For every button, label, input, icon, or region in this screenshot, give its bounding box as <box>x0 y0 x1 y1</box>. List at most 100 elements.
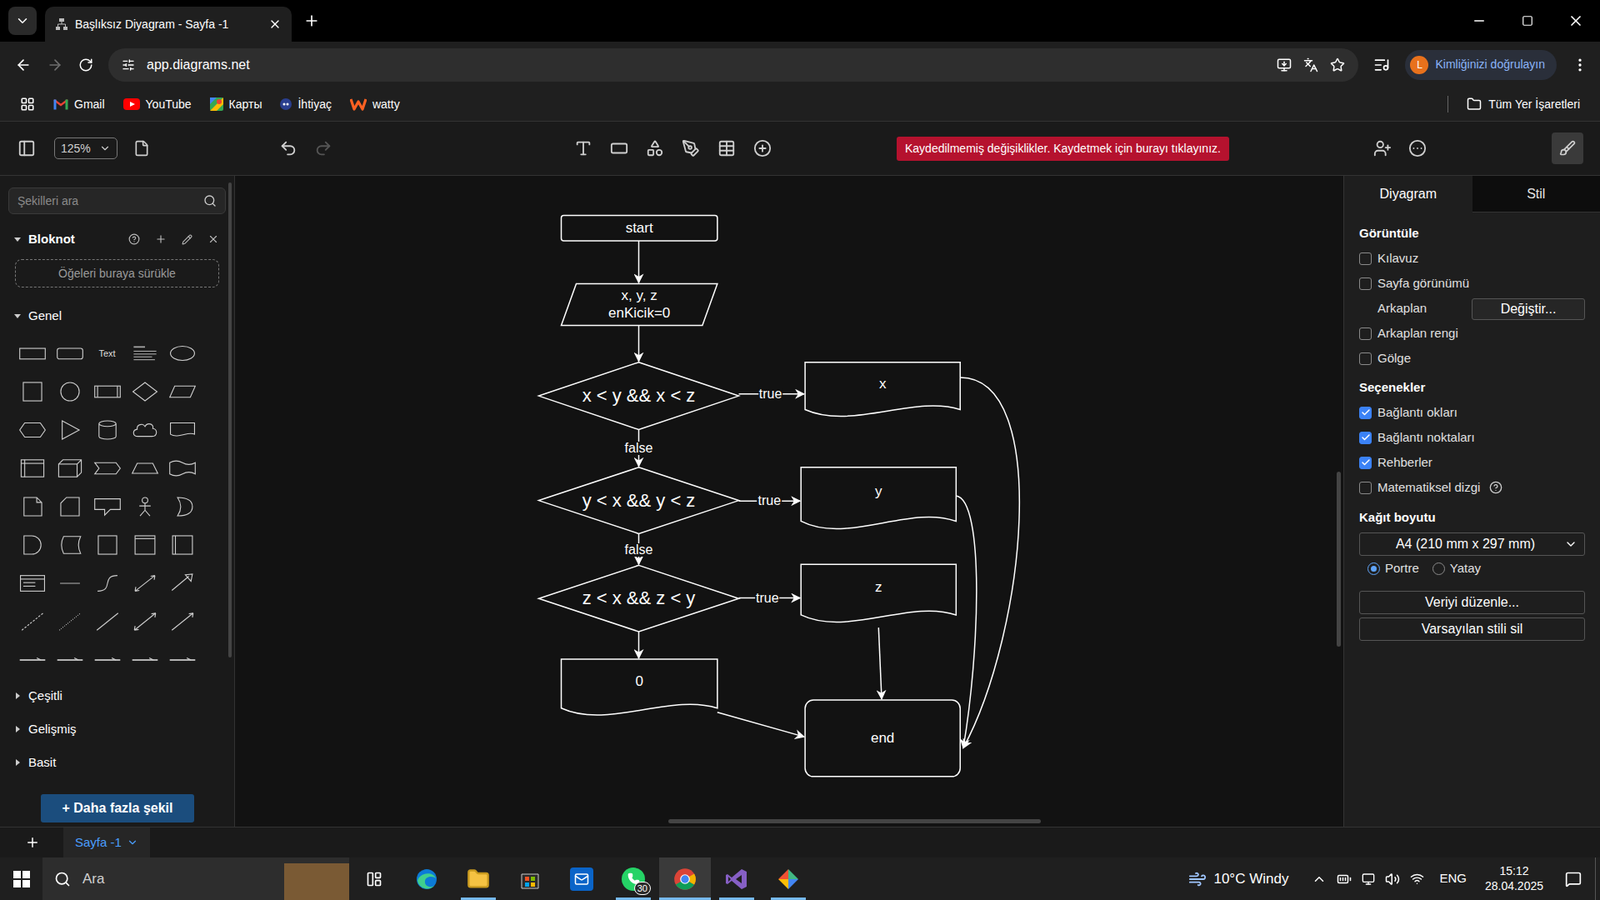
node-label[interactable]: z < x && z < y <box>539 565 740 632</box>
tab-search-button[interactable] <box>8 6 37 35</box>
all-bookmarks[interactable]: Tüm Yer İşaretleri <box>1466 95 1580 114</box>
terminal-shape[interactable] <box>561 215 718 241</box>
share-icon[interactable] <box>1373 139 1392 158</box>
shape-thumbnail[interactable] <box>13 487 51 526</box>
checkbox[interactable] <box>1359 252 1372 265</box>
node-label[interactable]: x <box>805 362 960 405</box>
taskbar-app[interactable]: 30 <box>607 857 660 900</box>
connector-edge[interactable] <box>638 240 640 283</box>
taskbar-app[interactable] <box>452 857 505 900</box>
shape-thumbnail[interactable] <box>125 525 164 565</box>
input-shape[interactable] <box>561 283 718 325</box>
more-shapes-button[interactable]: + Daha fazla şekil <box>40 794 195 823</box>
shape-thumbnail[interactable] <box>125 410 164 450</box>
end-shape[interactable] <box>805 700 960 777</box>
text-tool-icon[interactable] <box>574 139 593 158</box>
back-icon[interactable] <box>15 56 32 74</box>
connector-edge[interactable] <box>717 712 805 737</box>
document-shape[interactable] <box>561 659 718 715</box>
shape-thumbnail[interactable] <box>50 487 89 526</box>
checkbox[interactable] <box>1359 481 1372 495</box>
collapsed-caret-icon[interactable] <box>13 758 22 767</box>
connector-edge[interactable] <box>638 325 640 362</box>
shape-thumbnail[interactable] <box>125 564 164 603</box>
bookmark-item[interactable]: YouTube <box>123 95 192 114</box>
view-option[interactable]: Gölge <box>1359 346 1585 372</box>
edge-label[interactable]: false <box>624 441 655 455</box>
page-tab[interactable]: Sayfa -1 <box>63 827 150 858</box>
decision-shape[interactable] <box>539 467 740 535</box>
taskbar-app[interactable] <box>504 857 556 900</box>
diagram-canvas[interactable]: startx, y, zenKicik=0x < y && x < zxy < … <box>235 175 1344 827</box>
bookmark-item[interactable]: Gmail <box>53 95 105 114</box>
view-option[interactable]: Kılavuz <box>1359 246 1585 272</box>
unsaved-changes-banner[interactable]: Kaydedilmemiş değişiklikler. Kaydetmek i… <box>896 136 1230 161</box>
shape-thumbnail[interactable] <box>125 487 164 526</box>
media-controls-icon[interactable] <box>1373 56 1390 74</box>
shape-thumbnail[interactable] <box>125 334 164 373</box>
connector-edge[interactable] <box>878 627 882 700</box>
scratchpad-header[interactable]: Bloknot <box>8 229 226 250</box>
forward-icon[interactable] <box>46 56 64 74</box>
shape-thumbnail[interactable] <box>125 602 164 641</box>
task-view-button[interactable] <box>349 857 400 900</box>
profile-button[interactable]: LKimliğinizi doğrulayın <box>1405 50 1557 80</box>
browser-tab[interactable]: Başlıksız Diyagram - Sayfa -1 <box>45 6 292 42</box>
change-background-button[interactable]: Değiştir... <box>1471 298 1585 320</box>
shape-thumbnail[interactable] <box>125 640 164 680</box>
shape-section[interactable]: Gelişmiş <box>8 712 226 746</box>
view-option[interactable]: Arkaplan rengi <box>1359 321 1585 347</box>
sidebar-scrollbar[interactable] <box>228 182 232 658</box>
checkbox[interactable] <box>1359 352 1372 365</box>
table-tool-icon[interactable] <box>717 139 736 158</box>
node-label[interactable]: y <box>800 467 956 516</box>
orientation-radio[interactable]: Yatay <box>1432 559 1481 579</box>
general-header[interactable]: Genel <box>8 305 226 326</box>
shape-thumbnail[interactable] <box>163 410 201 450</box>
taskbar-app[interactable] <box>659 857 711 900</box>
taskbar-app[interactable] <box>555 857 608 900</box>
shape-thumbnail[interactable]: Text <box>88 334 126 373</box>
shape-thumbnail[interactable] <box>88 449 126 488</box>
url-text[interactable]: app.diagrams.net <box>146 55 250 75</box>
shape-thumbnail[interactable] <box>163 372 201 411</box>
node-label[interactable]: y < x && y < z <box>539 467 740 535</box>
shape-thumbnail[interactable] <box>163 564 201 603</box>
bookmark-item[interactable]: İhtiyaç <box>280 95 331 114</box>
scratchpad-dropzone[interactable]: Öğeleri buraya sürükle <box>15 259 220 288</box>
toggle-sidebar-icon[interactable] <box>17 139 36 158</box>
reload-icon[interactable] <box>78 57 94 73</box>
translate-icon[interactable] <box>1303 57 1319 73</box>
shape-thumbnail[interactable] <box>13 410 51 450</box>
shape-thumbnail[interactable] <box>163 449 201 488</box>
edge-label[interactable]: true <box>758 387 784 401</box>
page-icon[interactable] <box>133 140 150 157</box>
connection-option[interactable]: Rehberler <box>1359 450 1585 475</box>
connection-option[interactable]: Bağlantı okları <box>1359 400 1585 425</box>
shape-thumbnail[interactable] <box>88 410 126 450</box>
shape-thumbnail[interactable] <box>50 640 89 680</box>
radio-button[interactable] <box>1367 562 1380 575</box>
radio-button[interactable] <box>1432 562 1445 575</box>
vertical-scrollbar[interactable] <box>1336 471 1341 647</box>
shape-thumbnail[interactable] <box>88 602 126 641</box>
collapsed-caret-icon[interactable] <box>13 691 22 700</box>
redo-icon[interactable] <box>314 139 333 158</box>
format-tab[interactable]: Stil <box>1472 175 1600 213</box>
shape-thumbnail[interactable] <box>125 372 164 411</box>
shape-thumbnail[interactable] <box>163 602 201 641</box>
shape-thumbnail[interactable] <box>50 410 89 450</box>
shape-thumbnail[interactable] <box>125 449 164 488</box>
weather-widget[interactable]: 10°C Windy <box>1188 868 1289 890</box>
node-label[interactable]: x, y, zenKicik=0 <box>561 283 718 325</box>
start-button[interactable] <box>0 857 43 900</box>
shape-thumbnail[interactable] <box>13 449 51 488</box>
zoom-select[interactable]: 125% <box>54 137 118 160</box>
browser-menu-icon[interactable] <box>1571 56 1589 74</box>
expanded-caret-icon[interactable] <box>13 311 22 320</box>
shape-section[interactable]: Basit <box>8 745 226 780</box>
shape-thumbnail[interactable] <box>163 640 201 680</box>
edge-label[interactable]: true <box>757 494 783 508</box>
shape-thumbnail[interactable] <box>13 602 51 641</box>
shape-thumbnail[interactable] <box>88 487 126 526</box>
